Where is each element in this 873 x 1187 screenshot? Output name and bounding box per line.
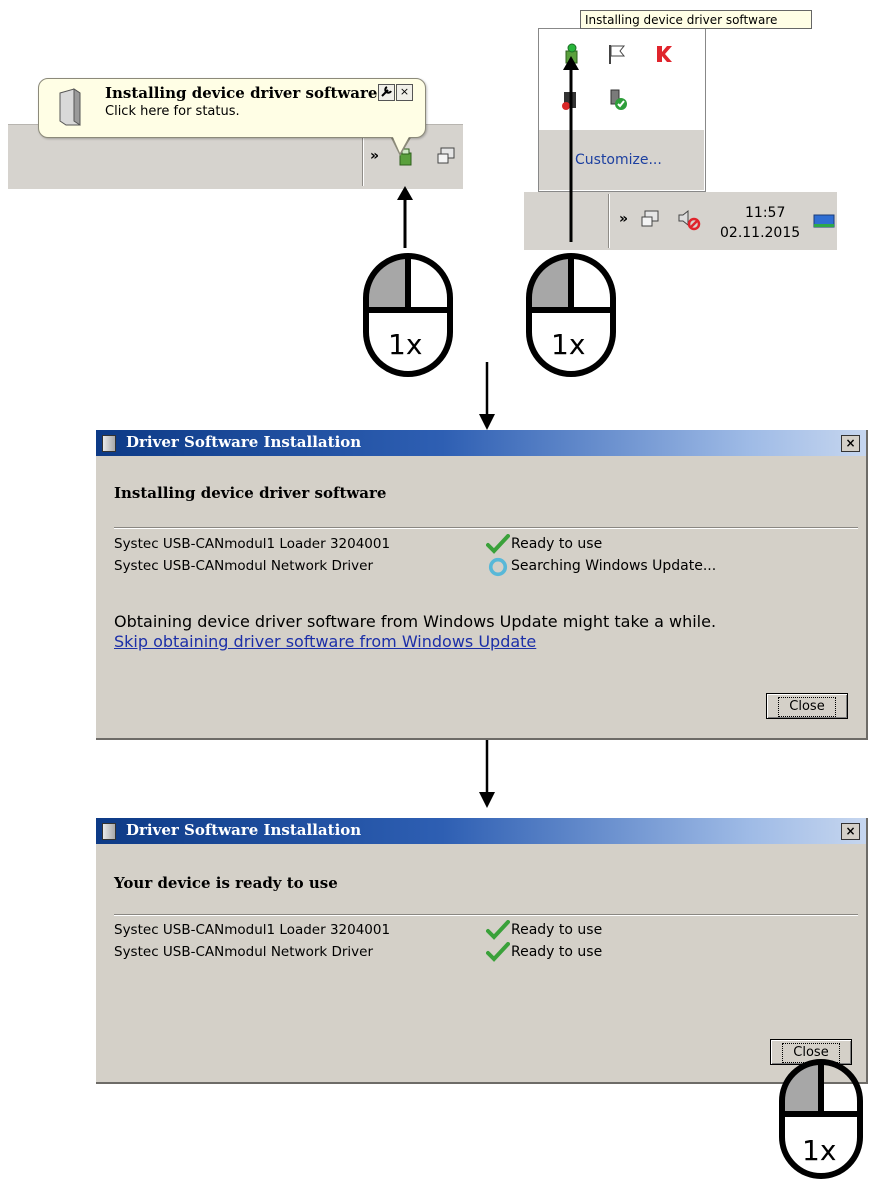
device-name: Systec USB-CANmodul Network Driver bbox=[114, 944, 374, 960]
balloon-text: Click here for status. bbox=[105, 104, 240, 119]
device-status: Ready to use bbox=[511, 536, 603, 552]
action-center-flag-icon[interactable] bbox=[606, 42, 628, 66]
driver-install-dialog-progress: Driver Software Installation × Installin… bbox=[96, 430, 868, 740]
device-name: Systec USB-CANmodul1 Loader 3204001 bbox=[114, 536, 391, 552]
dialog-heading: Installing device driver software bbox=[114, 484, 387, 502]
show-desktop-icon[interactable] bbox=[813, 213, 835, 231]
dialog-close-button[interactable]: × bbox=[841, 435, 860, 452]
dialog-heading: Your device is ready to use bbox=[114, 874, 338, 892]
balloon-title: Installing device driver software bbox=[105, 84, 378, 102]
searching-icon bbox=[488, 557, 508, 577]
dialog-close-button[interactable]: × bbox=[841, 823, 860, 840]
customize-link[interactable]: Customize... bbox=[575, 152, 662, 168]
arrow-down-2 bbox=[479, 738, 495, 808]
clock-time[interactable]: 11:57 bbox=[745, 205, 785, 221]
close-button-label: Close bbox=[778, 697, 836, 717]
arrow-up-right bbox=[563, 56, 579, 242]
info-text: Obtaining device driver software from Wi… bbox=[114, 612, 717, 631]
skip-windows-update-link[interactable]: Skip obtaining driver software from Wind… bbox=[114, 632, 536, 651]
network-icon[interactable] bbox=[640, 208, 662, 230]
network-icon[interactable] bbox=[436, 145, 458, 167]
tray-chevron-button[interactable]: » bbox=[619, 211, 628, 227]
click-count-label: 1x bbox=[388, 328, 423, 361]
check-icon bbox=[486, 942, 510, 962]
click-count-label: 1x bbox=[802, 1134, 837, 1167]
device-name: Systec USB-CANmodul Network Driver bbox=[114, 558, 374, 574]
dialog-app-icon bbox=[102, 823, 116, 840]
arrow-down-1 bbox=[479, 362, 495, 430]
dialog-separator bbox=[114, 527, 858, 529]
close-button[interactable]: Close bbox=[766, 693, 848, 719]
device-icon bbox=[56, 87, 84, 127]
wrench-icon[interactable] bbox=[378, 84, 395, 101]
device-status: Ready to use bbox=[511, 944, 603, 960]
balloon-tail-fill bbox=[392, 135, 410, 153]
dialog-title: Driver Software Installation bbox=[126, 433, 362, 451]
dialog-separator bbox=[114, 914, 858, 916]
device-status: Searching Windows Update... bbox=[511, 558, 717, 574]
arrow-up-left bbox=[397, 186, 413, 248]
balloon-close-button[interactable]: × bbox=[396, 84, 413, 101]
dialog-titlebar[interactable]: Driver Software Installation × bbox=[96, 430, 866, 456]
device-name: Systec USB-CANmodul1 Loader 3204001 bbox=[114, 922, 391, 938]
dialog-titlebar[interactable]: Driver Software Installation × bbox=[96, 818, 866, 844]
dialog-title: Driver Software Installation bbox=[126, 821, 362, 839]
device-status: Ready to use bbox=[511, 922, 603, 938]
volume-muted-icon[interactable] bbox=[676, 206, 702, 232]
click-count-label: 1x bbox=[551, 328, 586, 361]
safely-remove-icon[interactable] bbox=[606, 88, 630, 112]
dialog-app-icon bbox=[102, 435, 116, 452]
antivirus-icon[interactable] bbox=[654, 44, 674, 64]
tray-chevron-button[interactable]: » bbox=[370, 148, 379, 164]
driver-install-dialog-complete: Driver Software Installation × Your devi… bbox=[96, 818, 868, 1084]
clock-date[interactable]: 02.11.2015 bbox=[720, 225, 800, 241]
check-icon bbox=[486, 534, 510, 554]
tray-tooltip: Installing device driver software bbox=[580, 10, 812, 29]
check-icon bbox=[486, 920, 510, 940]
